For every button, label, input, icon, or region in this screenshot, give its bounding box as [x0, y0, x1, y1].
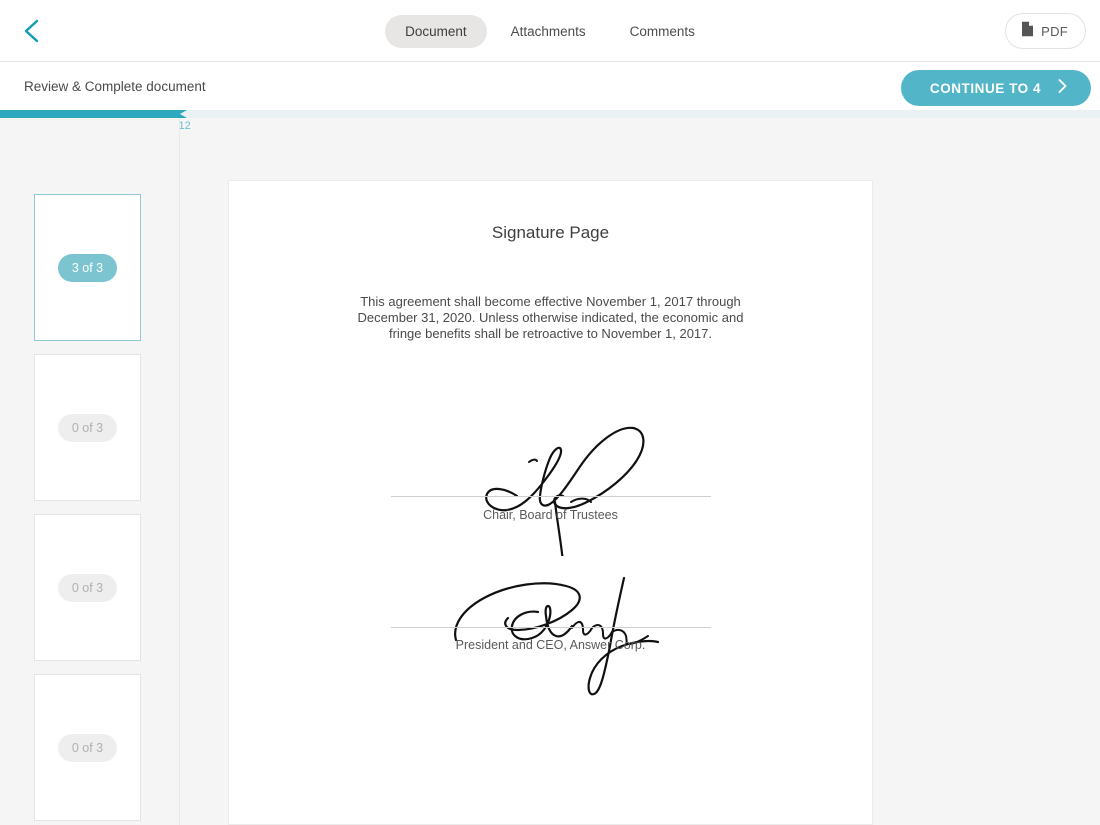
sub-header-bar: Review & Complete document CONTINUE TO 4: [0, 62, 1100, 110]
thumbnail-page-3[interactable]: 0 of 3: [34, 514, 141, 661]
document-review-app: Document Attachments Comments PDF Review…: [0, 0, 1100, 825]
thumbnail-badge: 0 of 3: [57, 733, 118, 762]
progress-bar-track: [0, 110, 1100, 118]
chevron-left-icon: [22, 18, 40, 44]
signature-mark-2: [426, 566, 676, 701]
tab-attachments[interactable]: Attachments: [491, 15, 606, 48]
pdf-button[interactable]: PDF: [1005, 13, 1086, 49]
signature-mark-1: [421, 416, 681, 585]
progress-bar-tip: [180, 110, 187, 118]
back-button[interactable]: [10, 10, 52, 52]
thumbnail-page-2[interactable]: 0 of 3: [34, 354, 141, 501]
thumbnail-badge: 0 of 3: [57, 573, 118, 602]
agreement-paragraph: This agreement shall become effective No…: [357, 294, 744, 341]
thumbnail-sidebar: 3 of 3 0 of 3 0 of 3 0 of 3: [0, 118, 180, 825]
document-file-icon: [1021, 21, 1034, 42]
chevron-right-icon: [1057, 78, 1068, 99]
thumbnail-badge: 3 of 3: [57, 253, 118, 282]
thumbnail-page-4[interactable]: 0 of 3: [34, 674, 141, 821]
signature-line-1: [390, 496, 711, 497]
document-page[interactable]: Signature Page This agreement shall beco…: [228, 180, 873, 825]
thumbnail-badge: 0 of 3: [57, 413, 118, 442]
signature-caption-1: Chair, Board of Trustees: [483, 508, 618, 522]
step-title: Review & Complete document: [24, 78, 206, 94]
pdf-button-label: PDF: [1041, 23, 1068, 39]
progress-bar-fill: [0, 110, 180, 118]
tab-document[interactable]: Document: [385, 14, 487, 48]
signature-caption-2: President and CEO, Answer Corp.: [455, 638, 646, 652]
signature-line-2: [390, 627, 711, 628]
top-bar: Document Attachments Comments PDF: [0, 0, 1100, 62]
continue-button-label: CONTINUE TO 4: [929, 80, 1042, 96]
thumbnail-page-1[interactable]: 3 of 3: [34, 194, 141, 341]
tab-bar: Document Attachments Comments: [0, 0, 1100, 62]
page-title: Signature Page: [491, 223, 610, 242]
tab-comments[interactable]: Comments: [610, 15, 715, 48]
continue-button[interactable]: CONTINUE TO 4: [901, 70, 1091, 106]
